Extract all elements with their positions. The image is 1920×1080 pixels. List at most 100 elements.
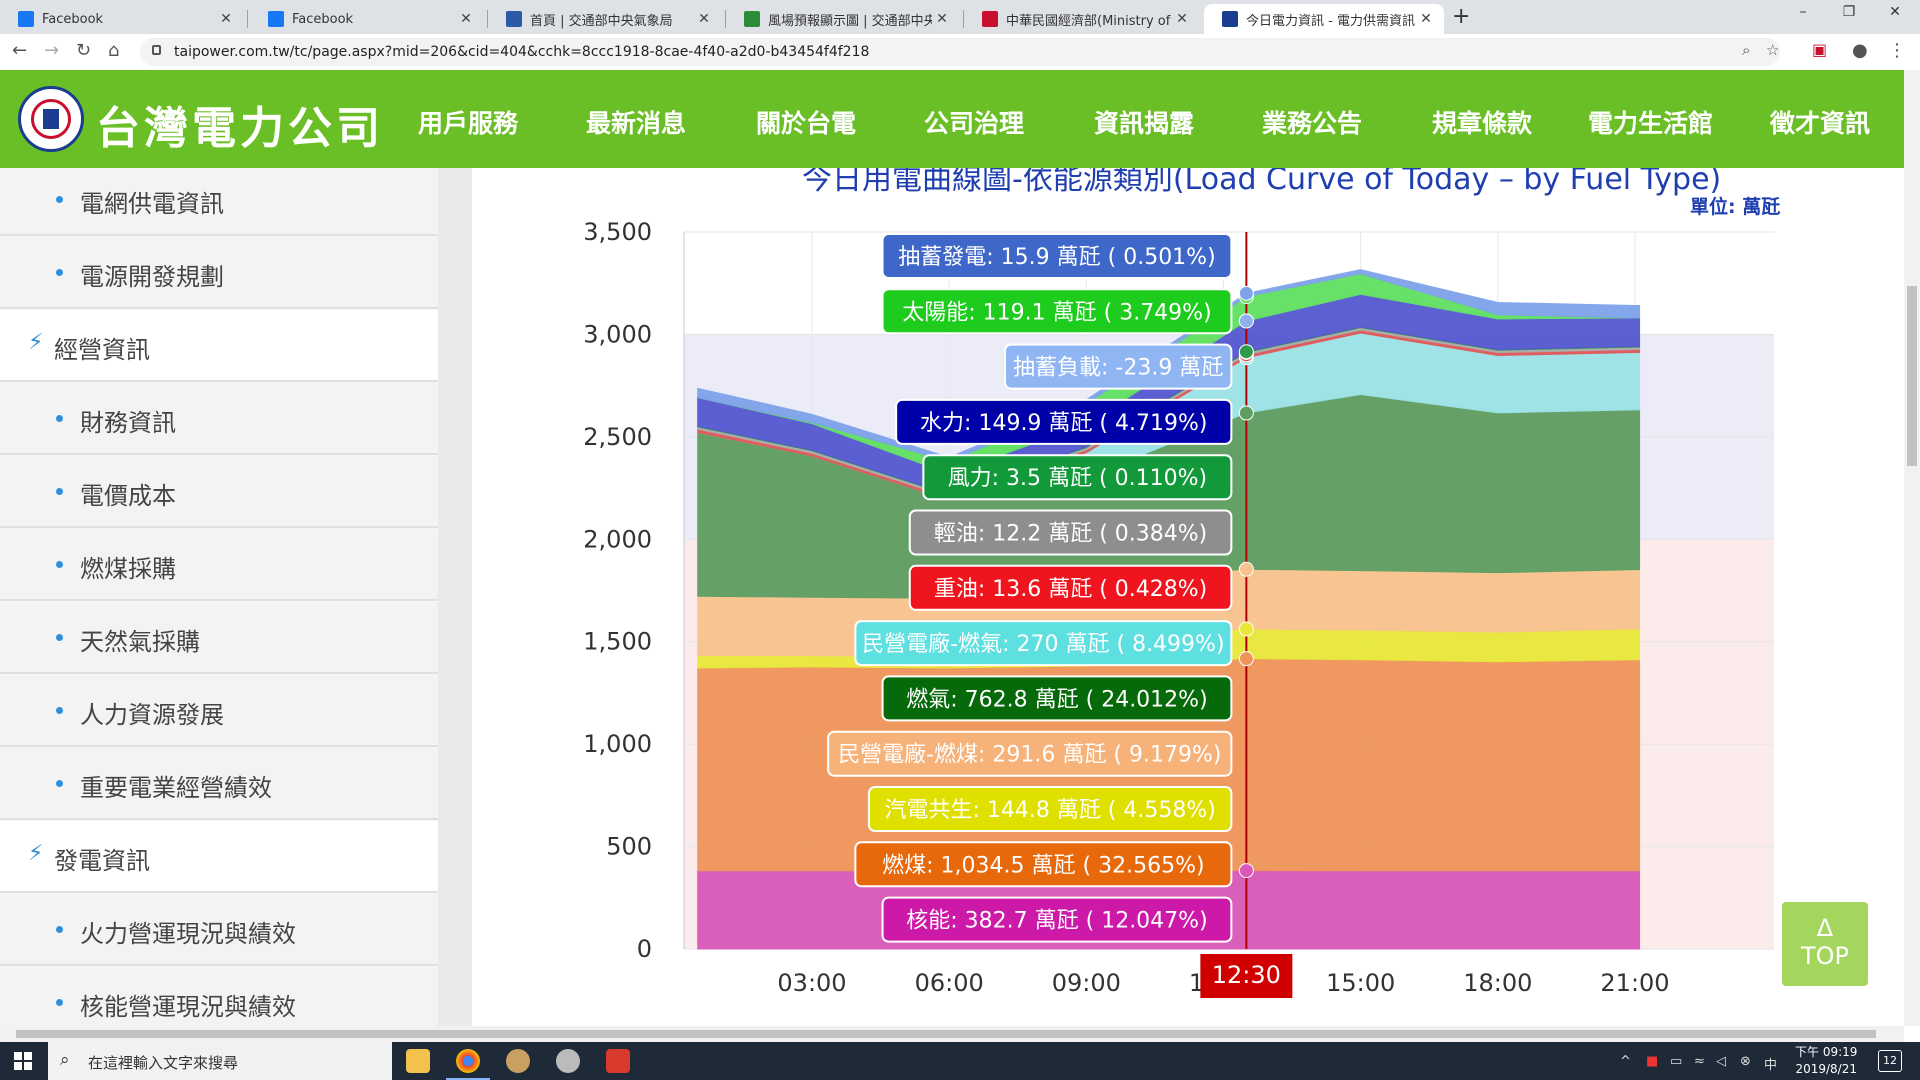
browser-tab-title: Facebook — [292, 11, 354, 27]
close-window-button[interactable]: ✕ — [1872, 4, 1918, 20]
nav-item[interactable]: 電力生活館 — [1588, 104, 1713, 140]
sidebar-item-label: 經營資訊 — [54, 336, 150, 364]
back-arrow-icon[interactable]: ← — [12, 40, 27, 61]
nav-item[interactable]: 公司治理 — [924, 104, 1024, 140]
tray-shield-icon[interactable]: ■ — [1646, 1054, 1658, 1069]
sidebar-item[interactable]: 電網供電資訊 — [0, 168, 438, 236]
url-field[interactable]: taipower.com.tw/tc/page.aspx?mid=206&cid… — [140, 38, 1780, 66]
sidebar-item-label: 財務資訊 — [80, 409, 176, 437]
forward-arrow-icon[interactable]: → — [44, 40, 59, 61]
zoom-icon[interactable]: ⌕ — [1742, 41, 1750, 59]
volume-icon[interactable]: ◁ — [1716, 1054, 1726, 1069]
tooltip-label: 抽蓄負載: -23.9 萬瓩 — [1013, 356, 1223, 381]
browser-tab[interactable]: Facebook ✕ — [250, 4, 484, 34]
sidebar-item[interactable]: 財務資訊 — [0, 383, 438, 455]
tooltip-label: 汽電共生: 144.8 萬瓩 ( 4.558%) — [884, 798, 1215, 823]
sidebar-section-header[interactable]: ⚡ 發電資訊 — [0, 821, 438, 893]
main-content: 今日用電曲線圖-依能源類別(Load Curve of Today – by F… — [472, 168, 1904, 1026]
nav-item[interactable]: 業務公告 — [1262, 104, 1362, 140]
bullet-icon — [56, 780, 63, 787]
horizontal-scrollbar[interactable] — [0, 1026, 1904, 1042]
nav-item[interactable]: 用戶服務 — [418, 104, 518, 140]
bookmark-star-icon[interactable]: ☆ — [1766, 41, 1779, 59]
site-header: 台灣電力公司 用戶服務 最新消息 關於台電 公司治理 資訊揭露 業務公告 規章條款 電力生活館… — [0, 70, 1904, 168]
app3-icon[interactable] — [606, 1049, 630, 1073]
browser-tab-bar: Facebook ✕ Facebook ✕ 首頁 | 交通部中央氣象局 ✕ 風場預報顯示圖 … — [0, 0, 1920, 34]
browser-tab[interactable]: 中華民國經濟部(Ministry of Econ✕ — [964, 4, 1200, 34]
browser-tab[interactable]: Facebook ✕ — [0, 4, 244, 34]
taskbar-clock[interactable]: 下午 09:19 2019/8/21 — [1795, 1044, 1857, 1078]
tray-chevron-icon[interactable]: ^ — [1620, 1054, 1631, 1069]
tray-misc-icon[interactable]: ⊗ — [1740, 1054, 1751, 1069]
tooltip-label: 燃氣: 762.8 萬瓩 ( 24.012%) — [906, 687, 1207, 712]
notification-center-button[interactable]: 12 — [1878, 1050, 1902, 1072]
vertical-scroll-thumb[interactable] — [1907, 286, 1917, 466]
taipower-logo[interactable] — [18, 86, 84, 152]
minimize-button[interactable]: – — [1780, 4, 1826, 20]
load-curve-chart[interactable]: 0 500 1,000 1,500 2,000 2,500 3,000 3,500 03:00 0… — [472, 168, 1904, 1026]
sidebar-item-label: 天然氣採購 — [80, 628, 200, 656]
maximize-button[interactable]: ❐ — [1826, 4, 1872, 20]
x-tick-label: 09:00 — [1052, 969, 1121, 997]
sidebar-item[interactable]: 天然氣採購 — [0, 602, 438, 674]
menu-kebab-icon[interactable]: ⋮ — [1888, 40, 1906, 61]
profile-avatar-icon[interactable]: ● — [1852, 40, 1868, 61]
close-tab-icon[interactable]: ✕ — [1416, 11, 1436, 27]
sidebar-item[interactable]: 電源開發規劃 — [0, 237, 438, 309]
cursor-marker — [1238, 561, 1254, 577]
extension-icon[interactable]: ▣ — [1812, 40, 1827, 59]
tooltip-label: 燃煤: 1,034.5 萬瓩 ( 32.565%) — [882, 853, 1204, 878]
cursor-marker — [1238, 313, 1254, 329]
taskbar-search-box[interactable]: ⌕ 在這裡輸入文字來搜尋 — [48, 1042, 392, 1080]
app2-icon[interactable] — [556, 1049, 580, 1073]
back-to-top-button[interactable]: Δ TOP — [1782, 902, 1868, 986]
nav-item[interactable]: 關於台電 — [756, 104, 856, 140]
bullet-icon — [56, 999, 63, 1006]
sidebar-item[interactable]: 重要電業經營績效 — [0, 748, 438, 820]
close-tab-icon[interactable]: ✕ — [932, 11, 952, 27]
nav-item[interactable]: 徵才資訊 — [1770, 104, 1870, 140]
company-name[interactable]: 台灣電力公司 — [96, 92, 384, 156]
up-arrow-icon: Δ — [1816, 914, 1834, 942]
sidebar-item[interactable]: 核能營運現況與績效 — [0, 967, 438, 1026]
windows-start-icon[interactable] — [14, 1052, 32, 1070]
input-method-icon[interactable]: 中 — [1764, 1054, 1777, 1073]
wifi-icon[interactable]: ≈ — [1694, 1054, 1705, 1069]
url-text[interactable]: taipower.com.tw/tc/page.aspx?mid=206&cid… — [174, 44, 869, 60]
battery-icon[interactable]: ▭ — [1670, 1054, 1682, 1069]
close-tab-icon[interactable]: ✕ — [456, 11, 476, 27]
file-explorer-icon[interactable] — [406, 1049, 430, 1073]
sidebar-item[interactable]: 火力營運現況與績效 — [0, 894, 438, 966]
sidebar-item[interactable]: 人力資源發展 — [0, 675, 438, 747]
chrome-icon[interactable] — [456, 1049, 480, 1073]
sidebar-item-label: 發電資訊 — [54, 847, 150, 875]
new-tab-button[interactable]: + — [1452, 4, 1470, 29]
home-icon[interactable]: ⌂ — [108, 40, 119, 61]
sidebar-item[interactable]: 電價成本 — [0, 456, 438, 528]
nav-item[interactable]: 最新消息 — [586, 104, 686, 140]
clock-time: 下午 09:19 — [1795, 1045, 1858, 1059]
sidebar-item-label: 燃煤採購 — [80, 555, 176, 583]
close-tab-icon[interactable]: ✕ — [694, 11, 714, 27]
taskbar-search-placeholder[interactable]: 在這裡輸入文字來搜尋 — [88, 1052, 238, 1073]
sidebar-item[interactable]: 燃煤採購 — [0, 529, 438, 601]
browser-tab[interactable]: 今日電力資訊 - 電力供需資訊 - 台✕ — [1204, 4, 1444, 34]
sidebar: 電網供電資訊 電源開發規劃 ⚡ 經營資訊財務資訊電價成本燃煤採購天然氣採購人力資源發展… — [0, 168, 438, 1026]
bullet-icon — [56, 634, 63, 641]
app-icon[interactable] — [506, 1049, 530, 1073]
sidebar-section-header[interactable]: ⚡ 經營資訊 — [0, 310, 438, 382]
sidebar-item-label: 重要電業經營績效 — [80, 774, 272, 802]
sidebar-item-label: 火力營運現況與績效 — [80, 920, 296, 948]
close-tab-icon[interactable]: ✕ — [1172, 11, 1192, 27]
vertical-scrollbar[interactable] — [1904, 70, 1920, 1026]
browser-tab[interactable]: 首頁 | 交通部中央氣象局 ✕ — [488, 4, 722, 34]
nav-item[interactable]: 資訊揭露 — [1094, 104, 1194, 140]
top-button-label: TOP — [1800, 942, 1850, 970]
horizontal-scroll-thumb[interactable] — [16, 1030, 1876, 1038]
reload-icon[interactable]: ↻ — [76, 40, 91, 61]
tooltip-label: 抽蓄發電: 15.9 萬瓩 ( 0.501%) — [898, 245, 1215, 270]
cursor-marker — [1238, 405, 1254, 421]
nav-item[interactable]: 規章條款 — [1432, 104, 1532, 140]
close-tab-icon[interactable]: ✕ — [216, 11, 236, 27]
browser-tab[interactable]: 風場預報顯示圖 | 交通部中央氣象✕ — [726, 4, 960, 34]
